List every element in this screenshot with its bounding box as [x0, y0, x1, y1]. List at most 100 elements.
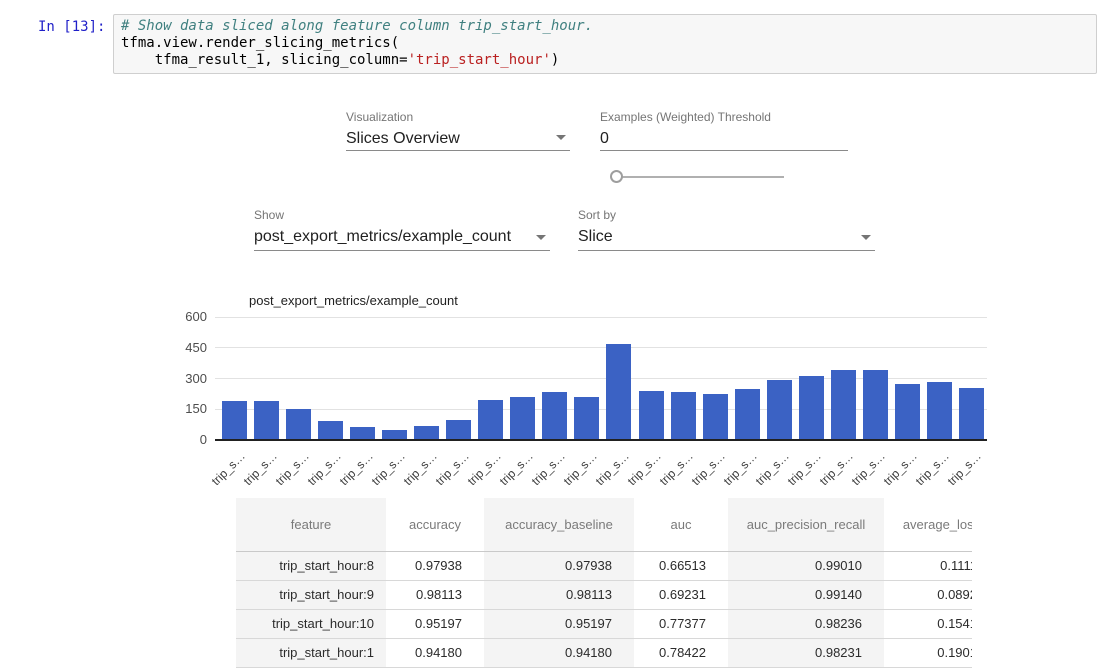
chart-bar[interactable]	[286, 409, 311, 440]
legend-label: post_export_metrics/example_count	[249, 293, 458, 308]
chart-bar[interactable]	[478, 400, 503, 440]
metric-cell: 0.98236	[728, 609, 884, 638]
gridline	[215, 317, 987, 318]
slider-handle[interactable]	[610, 170, 623, 183]
threshold-input[interactable]: Examples (Weighted) Threshold 0	[600, 111, 848, 151]
y-axis-tick-label: 0	[165, 432, 207, 447]
chart-bar[interactable]	[382, 430, 407, 440]
metrics-table: featureaccuracyaccuracy_baselineaucauc_p…	[236, 498, 972, 668]
y-axis-tick-label: 450	[165, 340, 207, 355]
slices-bar-chart: 6004503001500trip_s…trip_s…trip_s…trip_s…	[0, 0, 1111, 500]
chart-bar[interactable]	[863, 370, 888, 440]
visualization-label: Visualization	[346, 111, 570, 123]
metrics-table-grid: featureaccuracyaccuracy_baselineaucauc_p…	[236, 498, 972, 668]
chart-bar[interactable]	[574, 397, 599, 440]
metric-cell: 0.95197	[484, 609, 634, 638]
chart-bar[interactable]	[446, 420, 471, 440]
x-axis-label: trip_s…	[676, 449, 728, 501]
table-column-header: accuracy_baseline	[484, 498, 634, 551]
chart-bar[interactable]	[350, 427, 375, 440]
table-body: trip_start_hour:80.979380.979380.665130.…	[236, 551, 972, 667]
chart-bar[interactable]	[222, 401, 247, 440]
y-axis-tick-label: 150	[165, 401, 207, 416]
metric-cell: 0.66513	[634, 551, 728, 580]
x-axis-label: trip_s…	[515, 449, 567, 501]
x-axis-label: trip_s…	[644, 449, 696, 501]
chart-bar[interactable]	[703, 394, 728, 440]
slider-track[interactable]	[612, 176, 784, 178]
feature-cell: trip_start_hour:9	[236, 580, 386, 609]
metric-cell: 0.99010	[728, 551, 884, 580]
table-column-header: accuracy	[386, 498, 484, 551]
chart-bar[interactable]	[542, 392, 567, 440]
table-column-header: auc_precision_recall	[728, 498, 884, 551]
visualization-select[interactable]: Visualization Slices Overview	[346, 111, 570, 151]
y-axis-tick-label: 300	[165, 371, 207, 386]
table-column-header: auc	[634, 498, 728, 551]
chart-bar[interactable]	[767, 380, 792, 440]
threshold-label: Examples (Weighted) Threshold	[600, 111, 848, 123]
chart-bar[interactable]	[799, 376, 824, 440]
code-input-area[interactable]: # Show data sliced along feature column …	[113, 14, 1097, 74]
legend-swatch	[218, 294, 239, 308]
threshold-slider[interactable]	[606, 166, 790, 188]
chevron-down-icon	[556, 135, 566, 140]
code-text: )	[551, 52, 559, 68]
chart-bar[interactable]	[606, 344, 631, 440]
x-axis-label: trip_s…	[387, 449, 439, 501]
cell-prompt: In [13]:	[38, 19, 105, 35]
metric-cell: 0.99140	[728, 580, 884, 609]
chart-bar[interactable]	[895, 384, 920, 440]
code-string-literal: 'trip_start_hour'	[408, 52, 551, 68]
chart-bar[interactable]	[735, 389, 760, 440]
x-axis-label: trip_s…	[932, 449, 984, 501]
x-axis-label: trip_s…	[900, 449, 952, 501]
x-axis-label: trip_s…	[419, 449, 471, 501]
chart-bar[interactable]	[254, 401, 279, 440]
metric-cell: 0.77377	[634, 609, 728, 638]
table-header-row: featureaccuracyaccuracy_baselineaucauc_p…	[236, 498, 972, 551]
x-axis-label: trip_s…	[612, 449, 664, 501]
notebook-output: In [13]: # Show data sliced along featur…	[0, 0, 1111, 668]
x-axis-label: trip_s…	[740, 449, 792, 501]
chart-bar[interactable]	[318, 421, 343, 440]
x-axis-label: trip_s…	[227, 449, 279, 501]
chevron-down-icon	[861, 235, 871, 240]
visualization-value: Slices Overview	[346, 131, 570, 147]
x-axis-label: trip_s…	[548, 449, 600, 501]
x-axis-label: trip_s…	[451, 449, 503, 501]
table-row: trip_start_hour:100.951970.951970.773770…	[236, 609, 972, 638]
table-column-header: average_loss	[884, 498, 972, 551]
x-axis-label: trip_s…	[868, 449, 920, 501]
sort-by-select[interactable]: Sort by Slice	[578, 209, 875, 251]
chart-bar[interactable]	[959, 388, 984, 440]
x-axis-label: trip_s…	[355, 449, 407, 501]
table-row: trip_start_hour:90.981130.981130.692310.…	[236, 580, 972, 609]
metric-cell: 0.94180	[386, 638, 484, 667]
metric-cell: 0.0892	[884, 580, 972, 609]
metric-cell: 0.97938	[386, 551, 484, 580]
chart-bar[interactable]	[927, 382, 952, 440]
code-line-2: tfma.view.render_slicing_metrics(	[121, 35, 1089, 52]
sort-by-label: Sort by	[578, 209, 875, 221]
code-comment: # Show data sliced along feature column …	[121, 18, 1089, 35]
x-axis-label: trip_s…	[323, 449, 375, 501]
chart-bar[interactable]	[671, 392, 696, 440]
chart-bar[interactable]	[414, 426, 439, 440]
chart-bar[interactable]	[831, 370, 856, 440]
metric-cell: 0.97938	[484, 551, 634, 580]
table-row: trip_start_hour:80.979380.979380.665130.…	[236, 551, 972, 580]
x-axis-label: trip_s…	[259, 449, 311, 501]
metric-cell: 0.1901	[884, 638, 972, 667]
metric-cell: 0.94180	[484, 638, 634, 667]
feature-cell: trip_start_hour:8	[236, 551, 386, 580]
x-axis-label: trip_s…	[291, 449, 343, 501]
x-axis-label: trip_s…	[804, 449, 856, 501]
table-row: trip_start_hour:10.941800.941800.784220.…	[236, 638, 972, 667]
metric-cell: 0.95197	[386, 609, 484, 638]
chart-bar[interactable]	[639, 391, 664, 440]
metric-cell: 0.1111	[884, 551, 972, 580]
chart-bar[interactable]	[510, 397, 535, 440]
show-metric-select[interactable]: Show post_export_metrics/example_count	[254, 209, 550, 251]
sort-by-value: Slice	[578, 229, 875, 245]
